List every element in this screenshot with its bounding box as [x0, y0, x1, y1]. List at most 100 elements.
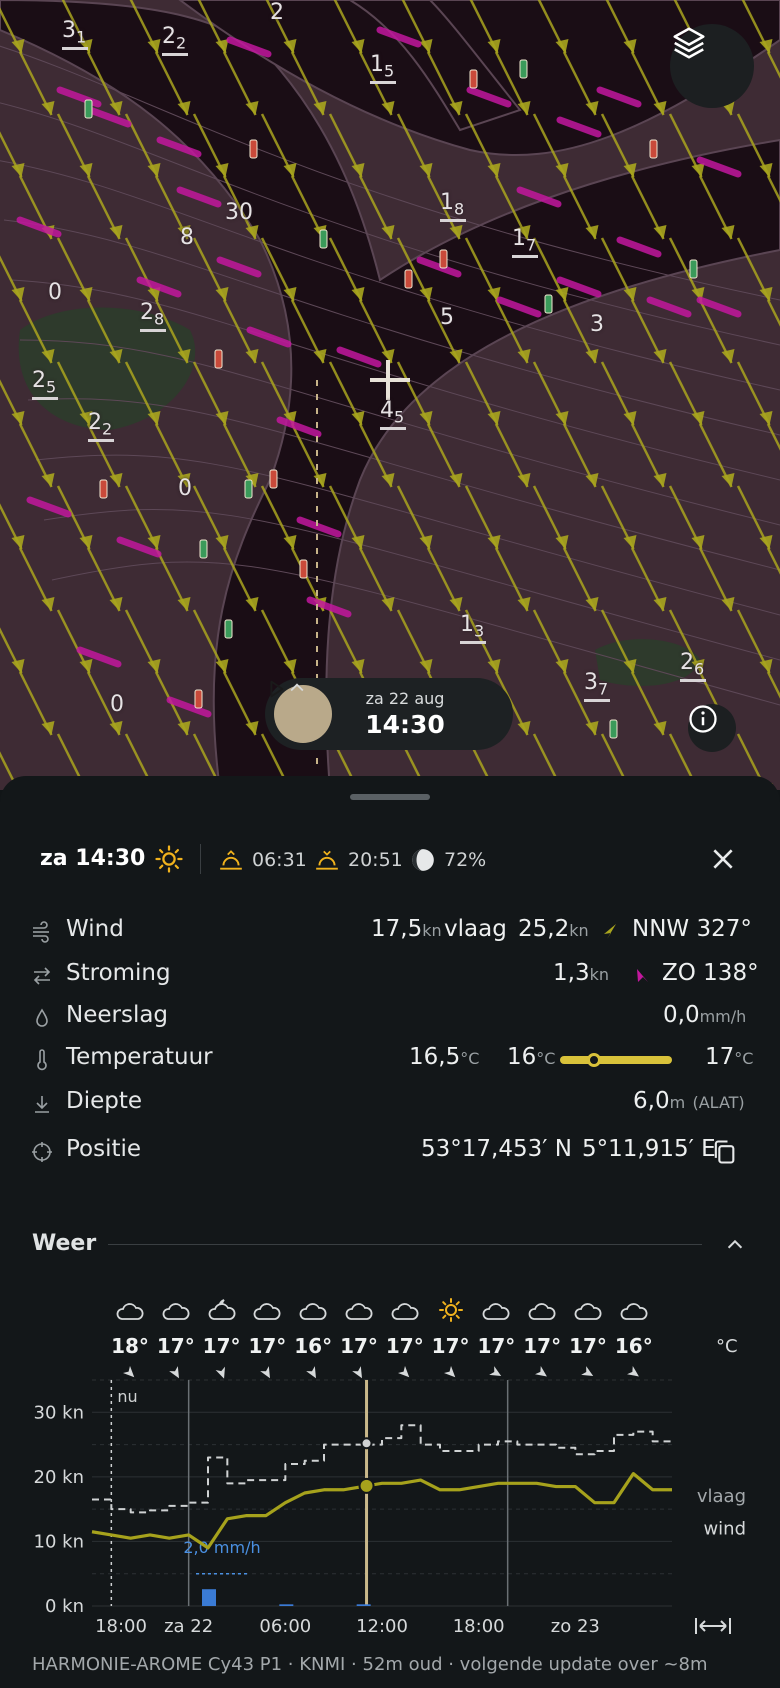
temp-unit: °C	[716, 1336, 738, 1357]
current-speed: 1,3kn	[553, 960, 609, 986]
rain-bar	[356, 1604, 371, 1606]
temperature-min: 16°C	[507, 1044, 556, 1070]
cloud-icon	[528, 1303, 556, 1320]
depth-sounding: 13	[460, 612, 486, 645]
copy-icon[interactable]	[710, 1138, 738, 1166]
chevron-up-icon[interactable]	[724, 1234, 746, 1256]
depth-sounding: 31	[62, 18, 88, 51]
now-label: nu	[117, 1387, 137, 1406]
sunset-icon	[316, 850, 338, 870]
cloud-icon	[253, 1303, 281, 1320]
sheet-title: za 14:30	[40, 846, 146, 871]
sheet-handle[interactable]	[350, 794, 430, 800]
wind-direction: NNW 327°	[632, 916, 752, 942]
weather-section-divider	[108, 1244, 702, 1245]
wind-chart[interactable]: 30 kn20 kn10 kn0 knnu2,0 mm/hvlaagwind18…	[0, 1370, 780, 1670]
temperature-label: Temperatuur	[66, 1044, 213, 1070]
sunrise-time: 06:31	[252, 849, 307, 871]
chevron-up-icon[interactable]	[287, 678, 307, 698]
selected-point	[360, 1437, 373, 1450]
close-icon[interactable]	[710, 846, 736, 872]
position-lon: 5°11,915′ E	[582, 1136, 716, 1162]
weather-section-title[interactable]: Weer	[32, 1231, 96, 1256]
time-date: za 22 aug	[365, 689, 445, 708]
depth-sounding: 18	[440, 190, 466, 223]
expand-horizontal-icon[interactable]	[695, 1618, 731, 1634]
legend-vlaag: vlaag	[697, 1486, 746, 1507]
cloud-icon	[299, 1303, 327, 1320]
cloud-icon	[391, 1303, 419, 1320]
current-row: Stroming 1,3kn ZO 138°	[0, 958, 780, 994]
depth-sounding: 8	[180, 225, 194, 250]
wind-direction-arrow-icon	[604, 924, 616, 939]
nautical-map[interactable]: 31 22 15 18 17 28 25 22 45 13 37 26 0 0 0 30 5 3 8 2 za 22 …	[0, 0, 780, 790]
forecast-temp: 17°	[385, 1334, 424, 1358]
wind-row: Wind 17,5kn vlaag 25,2kn NNW 327°	[0, 914, 780, 950]
temperature-row: Temperatuur 16,5°C 16°C 17°C	[0, 1042, 780, 1078]
depth-sounding: 5	[440, 305, 454, 330]
rain-label: Neerslag	[66, 1002, 169, 1028]
depth-value: 6,0m (ALAT)	[633, 1088, 745, 1114]
series-wind	[91, 1472, 672, 1550]
temperature-range-bar	[560, 1053, 672, 1067]
position-label: Positie	[66, 1136, 142, 1162]
depth-sounding: 0	[178, 476, 192, 501]
temperature-value: 16,5°C	[409, 1044, 480, 1070]
cloud-icon	[620, 1303, 648, 1320]
depth-sounding: 25	[32, 368, 58, 401]
forecast-temp: 16°	[294, 1334, 333, 1358]
depth-sounding: 17	[512, 226, 538, 259]
depth-sounding: 26	[680, 650, 706, 683]
depth-sounding: 45	[380, 398, 406, 431]
time-selector[interactable]: za 22 aug 14:30	[265, 678, 513, 750]
cloud-icon	[482, 1303, 510, 1320]
depth-sounding: 0	[48, 280, 62, 305]
sun-icon	[155, 845, 183, 873]
rain-bar	[202, 1589, 216, 1606]
y-tick-label: 20 kn	[34, 1467, 84, 1488]
forecast-temp: 17°	[569, 1334, 607, 1358]
depth-arrow-icon	[35, 1096, 49, 1113]
current-label: Stroming	[66, 960, 171, 986]
current-icon	[33, 967, 51, 985]
drop-icon	[36, 1008, 48, 1027]
moon-cloud-icon	[208, 1299, 236, 1320]
cloud-icon	[116, 1303, 144, 1320]
selected-point	[358, 1477, 375, 1494]
thermometer-icon	[37, 1049, 47, 1071]
depth-sounding: 37	[584, 670, 610, 703]
depth-label: Diepte	[66, 1088, 143, 1114]
model-info: HARMONIE-AROME Cy43 P1 · KNMI · 52m oud …	[32, 1654, 708, 1675]
y-tick-label: 10 kn	[34, 1531, 84, 1552]
forecast-temp: 17°	[202, 1334, 241, 1358]
current-direction-arrow-icon	[637, 969, 648, 982]
position-lat: 53°17,453′ N	[421, 1136, 572, 1162]
depth-sounding: 22	[162, 24, 188, 57]
x-tick-label: za 22	[164, 1616, 213, 1637]
rain-bar	[279, 1604, 294, 1606]
forecast-temp: 18°	[111, 1334, 149, 1358]
forecast-temp: 17°	[248, 1334, 287, 1358]
depth-sounding: 2	[270, 0, 284, 25]
depth-sounding: 30	[225, 200, 253, 225]
moon-phase-icon	[412, 849, 434, 871]
forecast-temp: 17°	[523, 1334, 562, 1358]
header-divider	[200, 844, 201, 874]
wind-speed: 17,5kn	[371, 916, 442, 942]
info-button[interactable]	[688, 704, 736, 752]
cloud-icon	[162, 1303, 190, 1320]
depth-sounding: 0	[110, 692, 124, 717]
temperature-range-marker	[586, 1053, 601, 1067]
rain-value: 0,0mm/h	[663, 1002, 747, 1028]
sunrise-icon	[220, 850, 242, 870]
current-direction: ZO 138°	[662, 960, 759, 986]
layers-button[interactable]	[670, 24, 754, 108]
forecast-temp: 17°	[431, 1334, 470, 1358]
wind-gust: 25,2kn	[518, 916, 589, 942]
depth-sounding: 3	[590, 312, 604, 337]
layers-icon	[673, 27, 705, 59]
position-row: Positie 53°17,453′ N 5°11,915′ E	[0, 1134, 780, 1170]
forecast-temp: 17°	[340, 1334, 378, 1358]
cloud-icon	[345, 1303, 373, 1320]
map-canvas[interactable]	[0, 0, 780, 790]
